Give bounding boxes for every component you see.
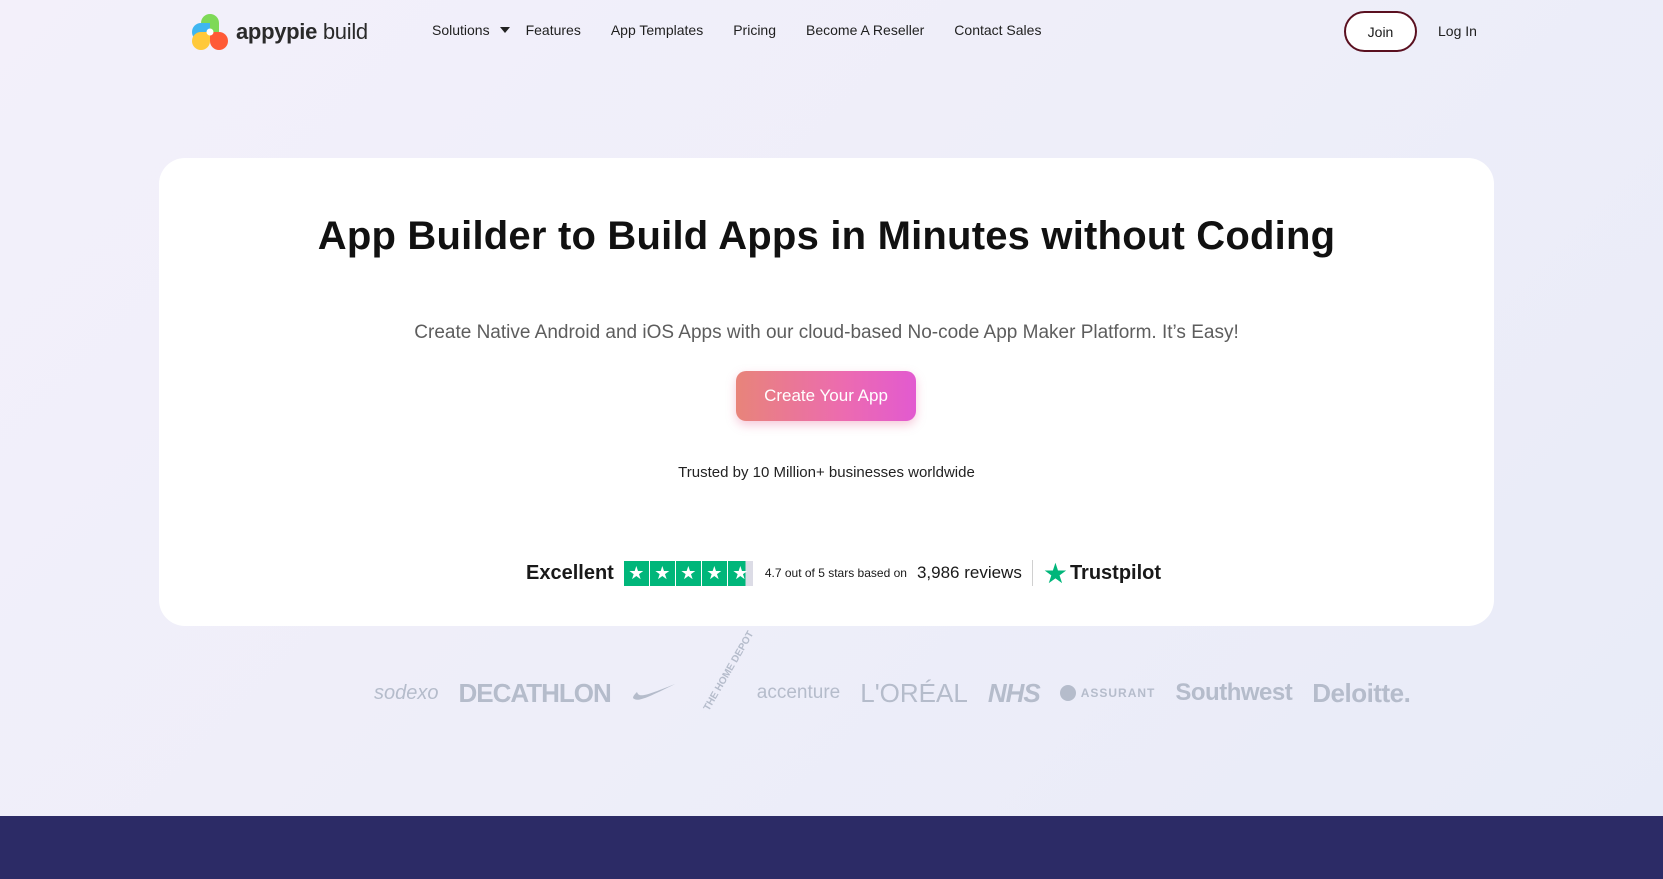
join-button[interactable]: Join bbox=[1344, 11, 1417, 52]
trustpilot-brand-text: Trustpilot bbox=[1069, 561, 1162, 584]
hero-subtitle: Create Native Android and iOS Apps with … bbox=[414, 322, 1239, 343]
nav-contact-sales[interactable]: Contact Sales bbox=[954, 22, 1041, 38]
nav-pricing[interactable]: Pricing bbox=[733, 22, 776, 38]
star-icon: ★ bbox=[649, 560, 675, 586]
trustpilot-logo[interactable]: ★ Trustpilot bbox=[1043, 557, 1161, 590]
appypie-logo-icon bbox=[188, 10, 232, 54]
trustpilot-rating-word: Excellent bbox=[526, 561, 614, 584]
create-your-app-button[interactable]: Create Your App bbox=[736, 371, 916, 421]
nav-solutions[interactable]: Solutions bbox=[432, 22, 510, 38]
logo-wordmark: appypie build bbox=[236, 19, 368, 44]
nike-swoosh-icon bbox=[631, 678, 677, 709]
footer-band bbox=[0, 816, 1663, 879]
login-link[interactable]: Log In bbox=[1438, 23, 1477, 39]
assurant-text: ASSURANT bbox=[1080, 686, 1156, 700]
chevron-down-icon bbox=[499, 27, 510, 33]
decathlon-logo: DECATHLON bbox=[458, 677, 612, 708]
accenture-logo: accenture bbox=[756, 682, 841, 703]
nav-features[interactable]: Features bbox=[526, 22, 581, 38]
trusted-by-text: Trusted by 10 Million+ businesses worldw… bbox=[678, 464, 975, 481]
nhs-logo: NHS bbox=[987, 677, 1041, 708]
appypie-logo[interactable]: appypie build bbox=[188, 10, 368, 54]
assurant-logo: ASSURANT bbox=[1059, 685, 1156, 701]
trustpilot-star-icon: ★ bbox=[1042, 557, 1068, 589]
deloitte-logo: Deloitte. bbox=[1312, 677, 1411, 708]
page-title: App Builder to Build Apps in Minutes wit… bbox=[317, 214, 1336, 258]
star-icon: ★ bbox=[675, 560, 701, 586]
home-depot-logo: THE HOME DEPOT bbox=[701, 629, 757, 713]
trustpilot-reviews-link[interactable]: 3,986 reviews bbox=[917, 563, 1022, 583]
main-nav: Solutions Features App Templates Pricing… bbox=[432, 22, 1041, 38]
trustpilot-stars: ★ ★ ★ ★ ★ bbox=[623, 560, 754, 586]
trustpilot-widget[interactable]: Excellent ★ ★ ★ ★ ★ 4.7 out of 5 stars b… bbox=[526, 557, 1161, 590]
sodexo-logo: sodexo bbox=[374, 681, 439, 704]
site-header: appypie build Solutions Features App Tem… bbox=[0, 0, 1663, 66]
star-icon: ★ bbox=[727, 560, 753, 586]
nav-become-a-reseller[interactable]: Become A Reseller bbox=[806, 22, 924, 38]
star-icon: ★ bbox=[701, 560, 727, 586]
hero-card: App Builder to Build Apps in Minutes wit… bbox=[159, 158, 1494, 626]
nav-solutions-label: Solutions bbox=[432, 22, 490, 38]
divider bbox=[1031, 560, 1033, 586]
client-logos: sodexo DECATHLON THE HOME DEPOT accentur… bbox=[374, 629, 1430, 718]
southwest-logo: Southwest bbox=[1175, 679, 1293, 706]
assurant-mark-icon bbox=[1059, 685, 1076, 701]
loreal-logo: L'ORÉAL bbox=[860, 677, 968, 708]
trustpilot-score-text: 4.7 out of 5 stars based on bbox=[764, 566, 907, 580]
nav-app-templates[interactable]: App Templates bbox=[611, 22, 703, 38]
star-icon: ★ bbox=[623, 560, 649, 586]
